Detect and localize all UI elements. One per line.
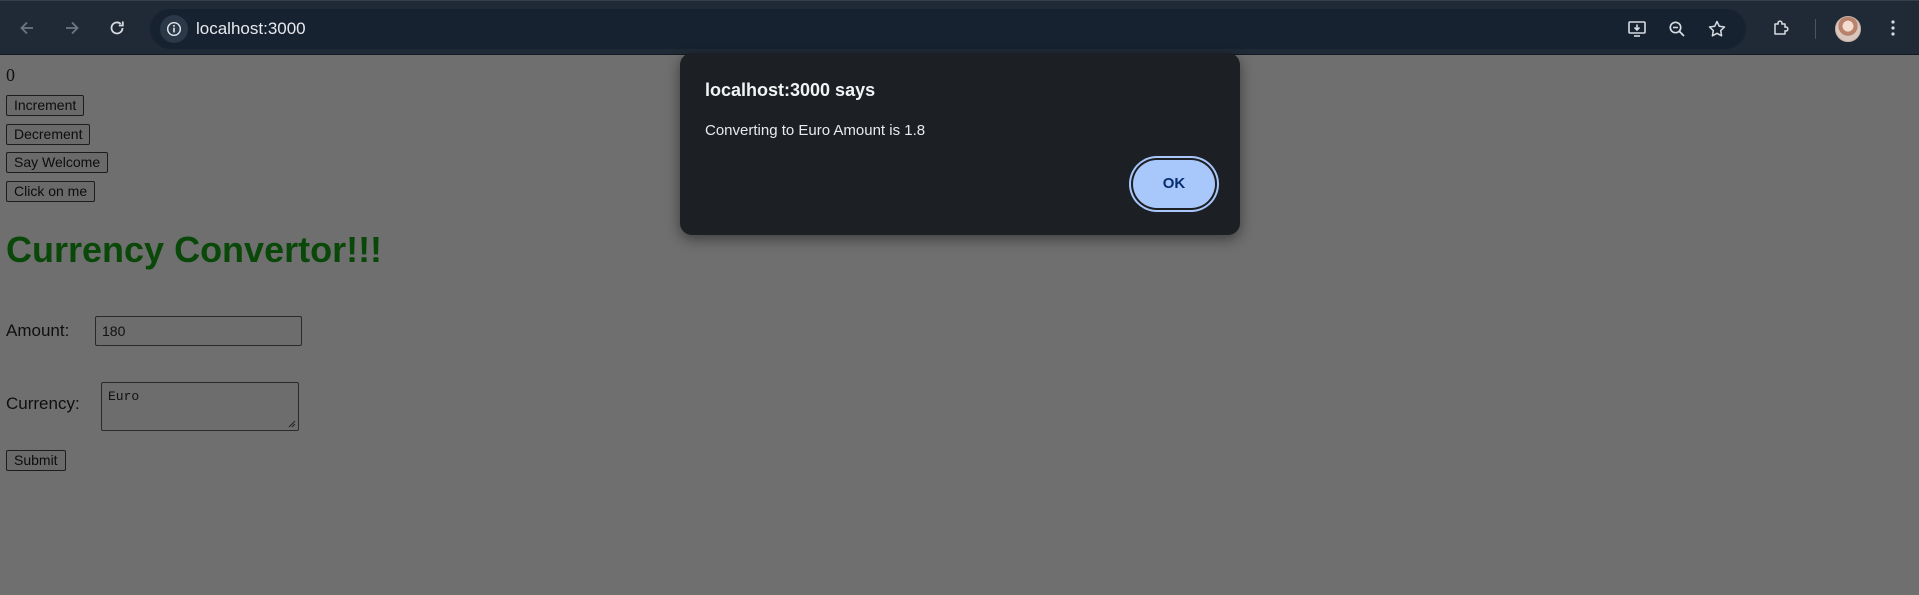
say-welcome-button[interactable]: Say Welcome — [6, 152, 109, 173]
info-icon — [166, 21, 182, 37]
alert-dialog: localhost:3000 says Converting to Euro A… — [680, 53, 1240, 235]
kebab-menu-icon — [1891, 20, 1895, 36]
forward-button[interactable] — [57, 13, 87, 43]
dialog-title: localhost:3000 says — [705, 80, 876, 100]
arrow-right-icon — [66, 21, 79, 35]
browser-toolbar: localhost:3000 — [0, 0, 1919, 55]
install-app-button[interactable] — [1622, 14, 1652, 44]
increment-button[interactable]: Increment — [6, 95, 85, 116]
submit-button[interactable]: Submit — [6, 450, 66, 471]
ok-button[interactable]: OK — [1133, 160, 1215, 208]
bookmark-button[interactable] — [1702, 14, 1732, 44]
resize-grip-icon[interactable] — [288, 420, 296, 428]
extensions-button[interactable] — [1766, 13, 1796, 43]
page-title: Currency Convertor!!! — [6, 229, 383, 270]
browser-menu-button[interactable] — [1878, 13, 1908, 43]
zoom-out-icon — [1669, 21, 1685, 37]
counter-value: 0 — [6, 65, 15, 85]
reload-button[interactable] — [102, 13, 132, 43]
reload-icon — [110, 21, 124, 35]
arrow-left-icon — [20, 21, 33, 35]
url-text[interactable]: localhost:3000 — [196, 9, 306, 49]
amount-input[interactable]: 180 — [95, 316, 302, 346]
back-button[interactable] — [12, 13, 42, 43]
profile-avatar[interactable] — [1835, 16, 1861, 42]
star-icon — [1708, 20, 1726, 37]
install-app-icon — [1628, 21, 1646, 37]
site-info-button[interactable] — [160, 15, 188, 43]
amount-label: Amount: — [6, 321, 70, 340]
puzzle-icon — [1774, 20, 1789, 35]
currency-textarea[interactable]: Euro — [101, 382, 299, 431]
zoom-button[interactable] — [1662, 14, 1692, 44]
address-bar[interactable]: localhost:3000 — [150, 9, 1746, 49]
dialog-message: Converting to Euro Amount is 1.8 — [705, 122, 926, 139]
toolbar-divider — [1815, 19, 1816, 39]
currency-value: Euro — [108, 389, 140, 404]
decrement-button[interactable]: Decrement — [6, 124, 91, 145]
currency-label: Currency: — [6, 394, 80, 413]
click-on-me-button[interactable]: Click on me — [6, 181, 96, 202]
